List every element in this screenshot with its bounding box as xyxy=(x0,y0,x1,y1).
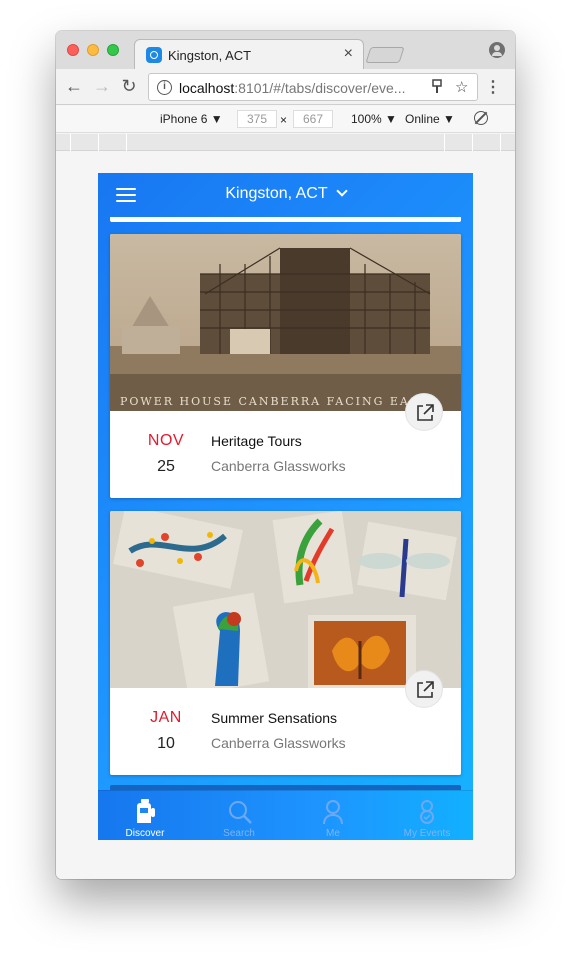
location-title: Kingston, ACT xyxy=(225,185,328,202)
width-input[interactable]: 375 xyxy=(237,110,277,128)
height-input[interactable]: 667 xyxy=(293,110,333,128)
external-link-icon xyxy=(417,404,434,421)
times-sign: × xyxy=(280,113,288,127)
url-path: :8101/#/tabs/discover/eve... xyxy=(234,80,406,96)
app-header: Kingston, ACT xyxy=(98,173,473,217)
external-link-icon xyxy=(417,681,434,698)
event-image-powerhouse: POWER HOUSE CANBERRA FACING EAST xyxy=(110,234,461,411)
bottom-tab-bar: Discover Search Me My Events xyxy=(98,790,473,840)
tab-search[interactable]: Search xyxy=(192,791,286,840)
url-text[interactable]: localhost:8101/#/tabs/discover/eve... xyxy=(179,80,419,96)
tab-close-icon[interactable]: × xyxy=(344,45,353,63)
event-title: Summer Sensations xyxy=(211,710,338,726)
tab-label: Search xyxy=(223,828,255,839)
tab-label: Discover xyxy=(125,828,165,839)
media-query-ruler xyxy=(56,134,515,151)
new-tab-button[interactable] xyxy=(365,47,405,63)
event-month: JAN xyxy=(150,709,182,726)
device-toolbar: iPhone 6 ▼ 375 × 667 100% ▼ Online ▼ xyxy=(56,106,515,133)
event-month: NOV xyxy=(147,432,185,449)
event-venue: Canberra Glassworks xyxy=(211,458,346,474)
svg-text:POWER HOUSE CANBERRA FACING EA: POWER HOUSE CANBERRA FACING EAST xyxy=(120,395,429,408)
rotate-icon[interactable] xyxy=(474,111,488,125)
share-button[interactable] xyxy=(405,393,443,431)
device-select[interactable]: iPhone 6 ▼ xyxy=(160,112,223,126)
browser-tab[interactable]: Kingston, ACT × xyxy=(134,39,364,69)
tab-discover[interactable]: Discover xyxy=(98,791,192,840)
maximize-window-button[interactable] xyxy=(107,44,119,56)
url-host: localhost xyxy=(179,80,235,96)
tab-my-events[interactable]: My Events xyxy=(380,791,473,840)
browser-window: Kingston, ACT × ← → ↻ i localhost:8101/#… xyxy=(56,31,515,879)
zoom-select[interactable]: 100% ▼ xyxy=(351,112,397,126)
favicon-icon xyxy=(146,47,162,63)
reload-icon[interactable]: ↻ xyxy=(119,76,139,97)
event-venue: Canberra Glassworks xyxy=(211,735,346,751)
location-selector[interactable]: Kingston, ACT xyxy=(98,185,473,203)
bookmark-star-icon[interactable]: ☆ xyxy=(455,78,468,96)
event-card[interactable]: JAN 10 Summer Sensations Canberra Glassw… xyxy=(110,511,461,775)
event-image-glass-art xyxy=(110,511,461,688)
tab-strip: Kingston, ACT × xyxy=(56,31,515,69)
minimize-window-button[interactable] xyxy=(87,44,99,56)
chevron-down-icon xyxy=(335,185,348,197)
event-day: 25 xyxy=(157,458,175,475)
events-icon xyxy=(420,800,434,824)
user-icon xyxy=(323,800,343,825)
search-icon xyxy=(229,801,252,824)
event-day: 10 xyxy=(157,735,175,752)
discover-icon xyxy=(137,799,155,823)
close-window-button[interactable] xyxy=(67,44,79,56)
address-bar[interactable]: i localhost:8101/#/tabs/discover/eve... … xyxy=(148,73,478,101)
forward-icon[interactable]: → xyxy=(92,76,112,97)
share-button[interactable] xyxy=(405,670,443,708)
tab-me[interactable]: Me xyxy=(286,791,380,840)
event-card[interactable]: POWER HOUSE CANBERRA FACING EAST NOV 25 … xyxy=(110,234,461,498)
event-title: Heritage Tours xyxy=(211,433,302,449)
back-icon[interactable]: ← xyxy=(64,76,84,97)
browser-menu-icon[interactable]: ⋮ xyxy=(485,77,501,97)
app-viewport: Kingston, ACT POWER HOUSE CANBERRA FACIN… xyxy=(98,173,473,840)
network-select[interactable]: Online ▼ xyxy=(405,112,455,126)
profile-icon[interactable] xyxy=(489,42,505,58)
paint-brush-icon[interactable] xyxy=(432,79,442,99)
tab-title: Kingston, ACT xyxy=(168,48,252,63)
tab-label: My Events xyxy=(403,828,451,839)
card-edge xyxy=(110,217,461,222)
browser-toolbar: ← → ↻ i localhost:8101/#/tabs/discover/e… xyxy=(56,69,515,105)
info-icon[interactable]: i xyxy=(157,80,172,95)
tab-label: Me xyxy=(326,828,340,839)
